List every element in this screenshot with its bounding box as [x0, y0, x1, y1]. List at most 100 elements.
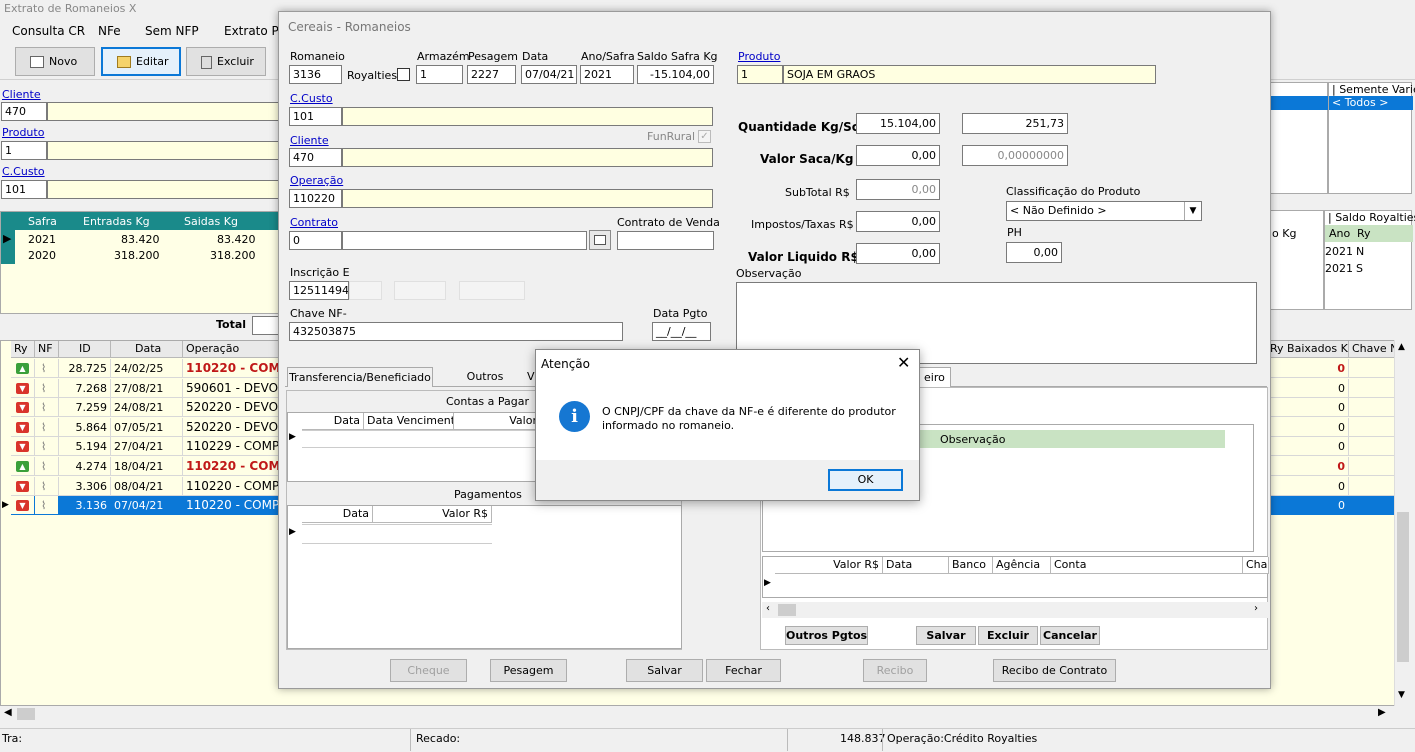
cell-data[interactable]: 18/04/21: [111, 457, 183, 476]
funrural-checkbox[interactable]: ✓: [698, 130, 711, 143]
cell-chave[interactable]: [1349, 378, 1395, 398]
cell-ry[interactable]: ▼: [11, 496, 35, 516]
ccusto-label[interactable]: C.Custo: [290, 92, 333, 105]
cell-chave[interactable]: [1349, 398, 1395, 418]
cell-id[interactable]: 4.274: [59, 457, 111, 476]
cell-ry-baixados[interactable]: 0: [1267, 437, 1349, 457]
fin-header-agencia[interactable]: Agência: [993, 557, 1051, 574]
saldo-r2-ano[interactable]: 2021: [1325, 262, 1353, 275]
cell-ry[interactable]: ▼: [11, 476, 35, 496]
fin-header-data[interactable]: Data: [883, 557, 949, 574]
cell-ry-baixados[interactable]: 0: [1267, 378, 1349, 398]
cell-operacao[interactable]: 590601 - DEVO: [183, 378, 279, 398]
scroll-down-icon[interactable]: ▼: [1398, 690, 1405, 700]
ccusto-code-field[interactable]: 101: [289, 107, 342, 126]
fin-header-banco[interactable]: Banco: [949, 557, 993, 574]
fin-header-chave[interactable]: Cha: [1243, 557, 1269, 574]
cell-chave[interactable]: [1349, 496, 1395, 516]
scroll-thumb[interactable]: [1397, 512, 1409, 662]
grid-hscroll[interactable]: ◀ ▶: [0, 706, 1394, 723]
cell-ry-baixados[interactable]: 0: [1267, 496, 1349, 516]
produto-code-field[interactable]: 1: [737, 65, 783, 84]
cell-ry[interactable]: ▼: [11, 378, 35, 398]
excluir-button[interactable]: Excluir: [186, 47, 266, 76]
cell-data[interactable]: 27/04/21: [111, 437, 183, 457]
saldo-r2-ry[interactable]: S: [1356, 262, 1363, 275]
pesagem-button[interactable]: Pesagem: [490, 659, 567, 682]
fin-scroll-right-icon[interactable]: ›: [1254, 603, 1258, 614]
fin-cancelar-button[interactable]: Cancelar: [1040, 626, 1100, 645]
grid-header-id[interactable]: ID: [59, 341, 111, 358]
cell-chave[interactable]: [1349, 457, 1395, 476]
fin-excluir-button[interactable]: Excluir: [978, 626, 1038, 645]
grid-header-data[interactable]: Data: [111, 341, 183, 358]
editar-button[interactable]: Editar: [101, 47, 181, 76]
royalties-checkbox[interactable]: [397, 68, 410, 81]
fin-scroll-left-icon[interactable]: ‹: [766, 603, 770, 614]
contrato-venda-field[interactable]: [617, 231, 714, 250]
novo-button[interactable]: Novo: [15, 47, 95, 76]
filter-produto-code[interactable]: 1: [1, 141, 47, 160]
cell-ry[interactable]: ▼: [11, 398, 35, 418]
grid-header-nf[interactable]: NF: [35, 341, 59, 358]
grid-header-operacao[interactable]: Operação: [183, 341, 283, 358]
cell-id[interactable]: 28.725: [59, 359, 111, 378]
pagamentos-row-1[interactable]: [302, 524, 492, 544]
cell-data[interactable]: 08/04/21: [111, 476, 183, 496]
contas-header-vencimento[interactable]: Data Vencimento: [364, 413, 454, 430]
cell-id[interactable]: 5.864: [59, 417, 111, 437]
cell-ry-baixados[interactable]: 0: [1267, 417, 1349, 437]
classificacao-select[interactable]: < Não Definido > ▼: [1006, 201, 1202, 221]
datapgto-field[interactable]: __/__/__: [652, 322, 711, 341]
qtd-sc-field[interactable]: 251,73: [962, 113, 1068, 134]
close-icon[interactable]: ✕: [897, 353, 910, 372]
menu-extrato[interactable]: Extrato Pe: [224, 24, 286, 38]
todos-item[interactable]: < Todos >: [1332, 96, 1388, 109]
safra-r2-saidas[interactable]: 318.200: [210, 249, 256, 262]
cell-ry[interactable]: ▼: [11, 437, 35, 457]
cell-operacao[interactable]: 110220 - COM: [183, 457, 279, 476]
cell-id[interactable]: 7.259: [59, 398, 111, 418]
safra-r2-entradas[interactable]: 318.200: [114, 249, 160, 262]
cell-data[interactable]: 24/08/21: [111, 398, 183, 418]
cell-operacao[interactable]: 110229 - COMP: [183, 437, 279, 457]
safra-r1-saidas[interactable]: 83.420: [217, 233, 256, 246]
liquido-field[interactable]: 0,00: [856, 243, 940, 264]
cheque-button[interactable]: Cheque: [390, 659, 467, 682]
anosafra-field[interactable]: 2021: [580, 65, 634, 84]
filter-ccusto-label[interactable]: C.Custo: [2, 165, 45, 178]
filter-ccusto-code[interactable]: 101: [1, 180, 47, 199]
cell-nf[interactable]: ⌇: [35, 476, 59, 496]
armazem-field[interactable]: 1: [416, 65, 463, 84]
menu-sem-nfp[interactable]: Sem NFP: [145, 24, 199, 38]
ok-button[interactable]: OK: [828, 469, 903, 491]
saldo-safra-field[interactable]: -15.104,00: [637, 65, 714, 84]
operacao-label[interactable]: Operação: [290, 174, 343, 187]
cell-ry-baixados[interactable]: 0: [1267, 359, 1349, 378]
grid-vscroll[interactable]: ▲ ▼: [1394, 340, 1411, 706]
contrato-desc-field[interactable]: [342, 231, 587, 250]
cell-nf[interactable]: ⌇: [35, 417, 59, 437]
valor-kg-field[interactable]: 0,00000000: [962, 145, 1068, 166]
valor-saca-field[interactable]: 0,00: [856, 145, 940, 166]
cell-chave[interactable]: [1349, 359, 1395, 378]
cell-ry[interactable]: ▼: [11, 417, 35, 437]
cell-nf[interactable]: ⌇: [35, 437, 59, 457]
pagamentos-header-data[interactable]: Data: [302, 506, 373, 523]
subtotal-field[interactable]: 0,00: [856, 179, 940, 200]
fin-header-conta[interactable]: Conta: [1051, 557, 1243, 574]
pagamentos-header-valor[interactable]: Valor R$: [373, 506, 492, 523]
cell-nf[interactable]: ⌇: [35, 359, 59, 378]
cell-operacao[interactable]: 110220 - COMP: [183, 496, 279, 516]
contrato-lookup-button[interactable]: [589, 230, 611, 250]
fin-scroll-thumb[interactable]: [778, 604, 796, 616]
grid-header-chave[interactable]: Chave N: [1349, 341, 1397, 358]
fin-salvar-button[interactable]: Salvar: [916, 626, 976, 645]
filter-cliente-code[interactable]: 470: [1, 102, 47, 121]
grid-header-ry[interactable]: Ry: [11, 341, 35, 358]
cell-chave[interactable]: [1349, 417, 1395, 437]
fechar-button[interactable]: Fechar: [706, 659, 781, 682]
cell-data[interactable]: 27/08/21: [111, 378, 183, 398]
hscroll-thumb[interactable]: [17, 708, 35, 720]
contas-header-data[interactable]: Data: [302, 413, 364, 430]
